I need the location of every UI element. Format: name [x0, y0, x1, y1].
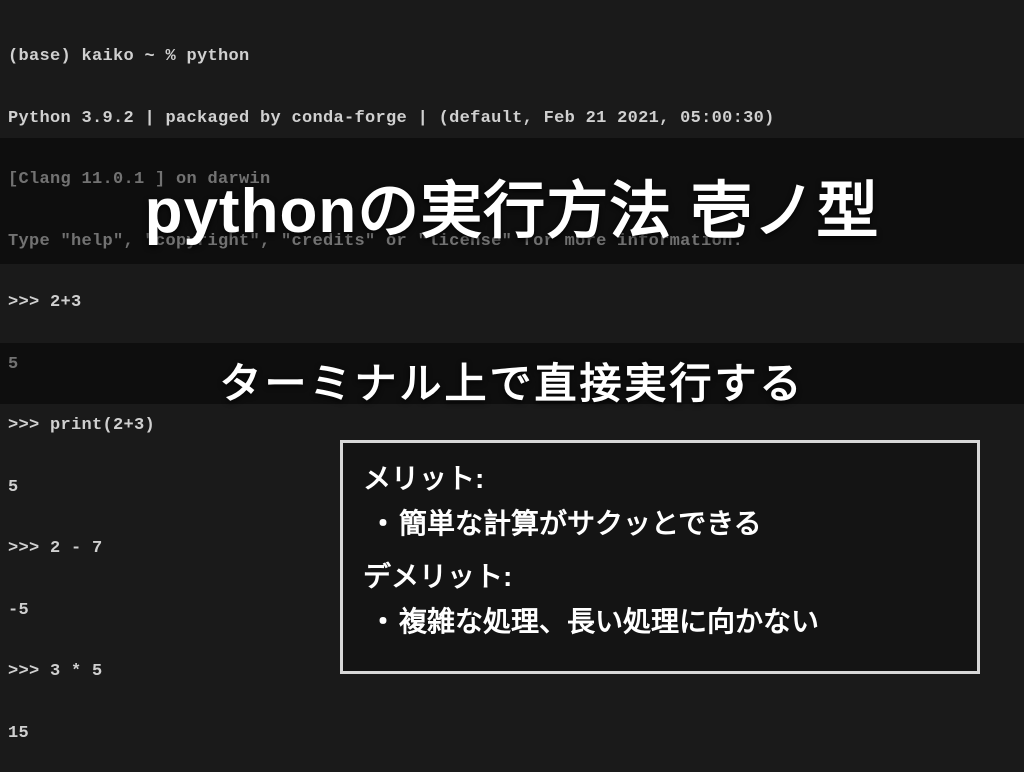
- demerit-heading: デメリット:: [363, 555, 957, 595]
- slide-subtitle: ターミナル上で直接実行する: [0, 350, 1024, 411]
- demerit-list: 複雑な処理、長い処理に向かない: [363, 601, 957, 643]
- slide-title: pythonの実行方法 壱ノ型: [0, 160, 1024, 250]
- merit-list: 簡単な計算がサクッとできる: [363, 503, 957, 545]
- terminal-line: (base) kaiko ~ % python: [8, 47, 1016, 68]
- info-box: メリット: 簡単な計算がサクッとできる デメリット: 複雑な処理、長い処理に向か…: [340, 440, 980, 674]
- terminal-line: >>> 2+3: [8, 293, 1016, 314]
- demerit-item: 複雑な処理、長い処理に向かない: [369, 601, 957, 643]
- merit-heading: メリット:: [363, 457, 957, 497]
- terminal-line: >>> print(2+3): [8, 416, 1016, 437]
- terminal-line: Python 3.9.2 | packaged by conda-forge |…: [8, 109, 1016, 130]
- terminal-line: 15: [8, 724, 1016, 745]
- merit-item: 簡単な計算がサクッとできる: [369, 503, 957, 545]
